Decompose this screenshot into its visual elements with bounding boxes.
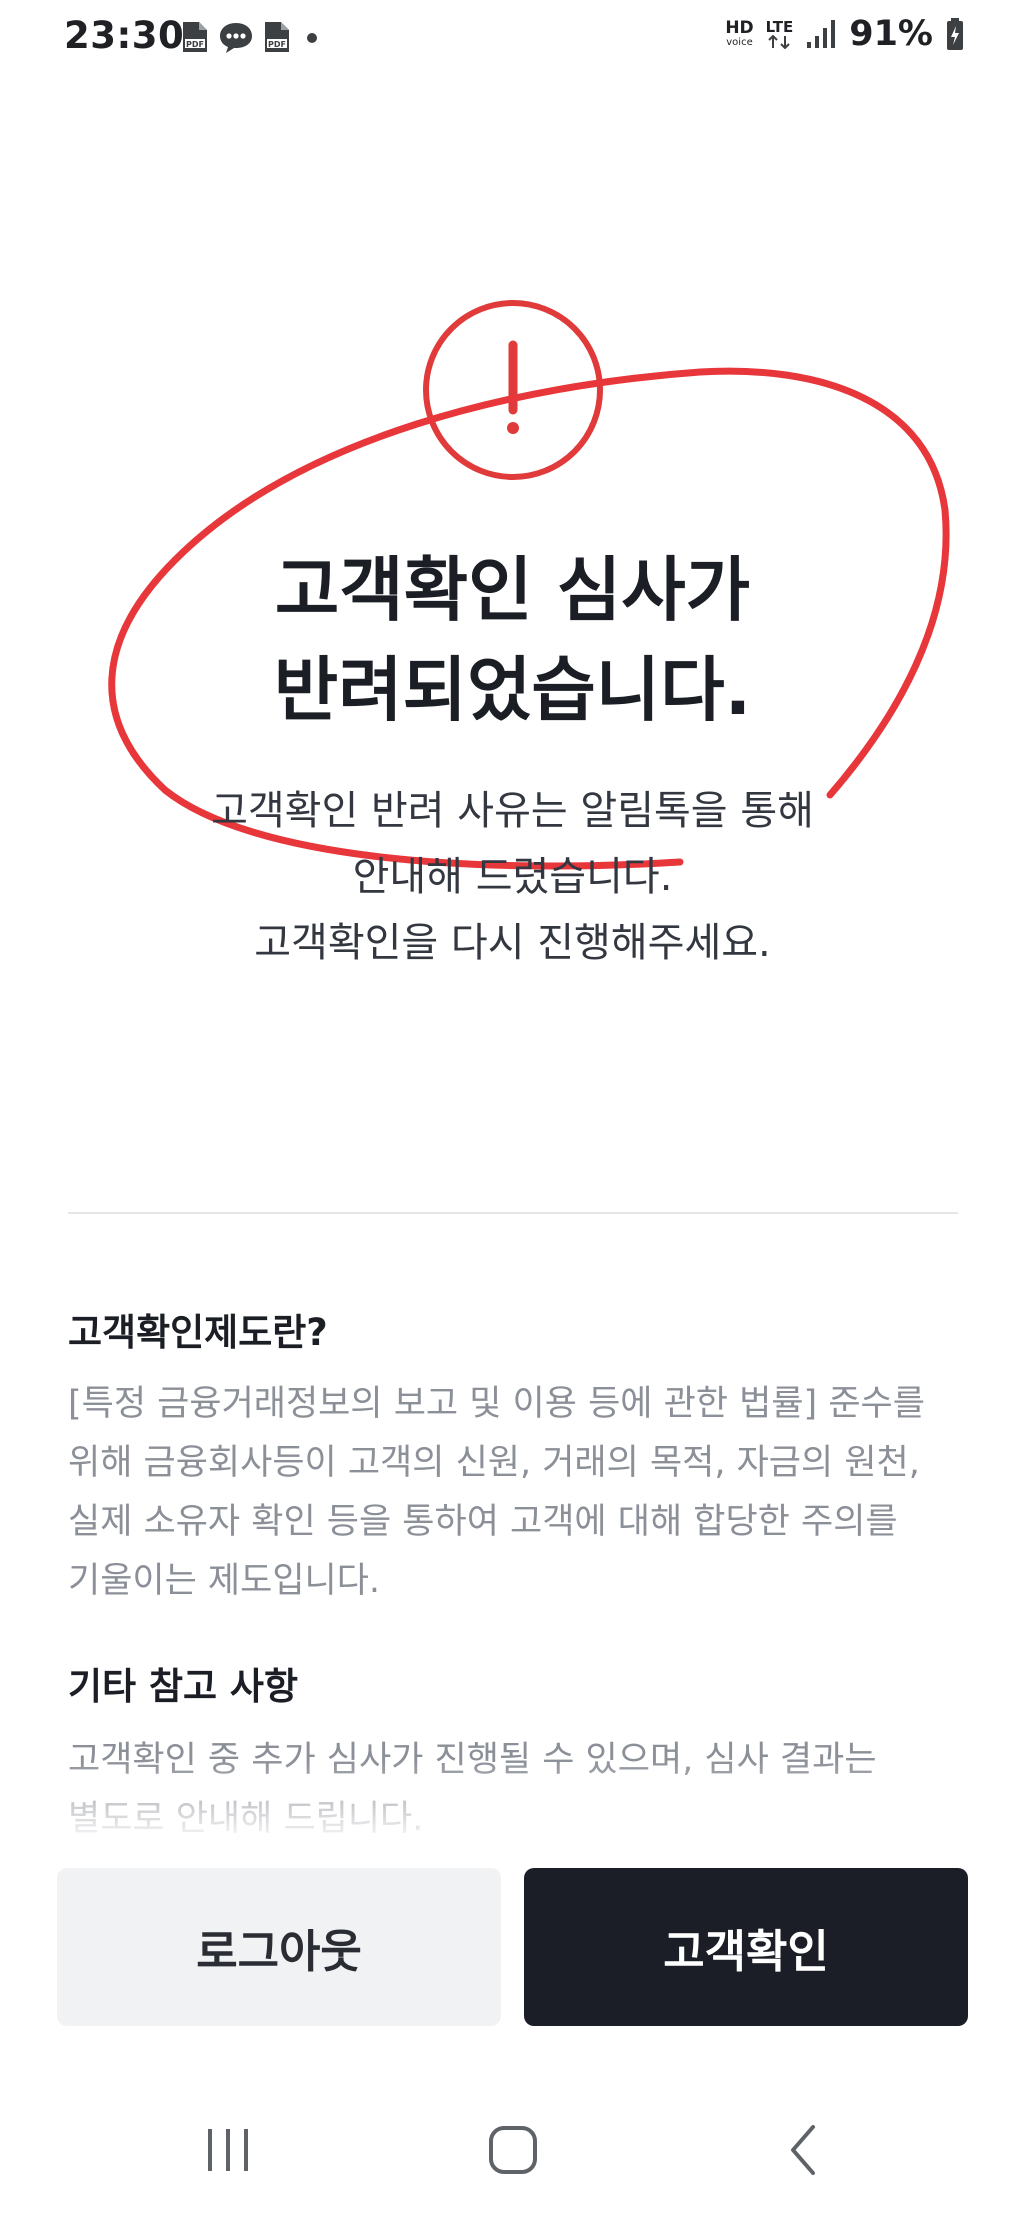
home-button[interactable] bbox=[453, 2100, 573, 2200]
customer-verification-button[interactable]: 고객확인 bbox=[524, 1868, 968, 2026]
alert-graphic bbox=[108, 300, 950, 870]
page-subtitle: 고객확인 반려 사유는 알림톡을 통해 안내해 드렸습니다. 고객확인을 다시 … bbox=[0, 778, 1025, 976]
subtitle-line-1: 고객확인 반려 사유는 알림톡을 통해 bbox=[211, 788, 814, 834]
home-icon bbox=[489, 2126, 537, 2174]
back-icon bbox=[791, 2125, 815, 2175]
other-notes-heading: 기타 참고 사항 bbox=[68, 1665, 299, 1708]
logout-button[interactable]: 로그아웃 bbox=[57, 1868, 501, 2026]
page-title: 고객확인 심사가 반려되었습니다. bbox=[0, 540, 1025, 740]
title-line-2: 반려되었습니다. bbox=[273, 649, 752, 731]
recents-button[interactable] bbox=[168, 2100, 288, 2200]
navigation-bar bbox=[0, 2100, 1025, 2200]
section-divider bbox=[68, 1212, 958, 1214]
back-button[interactable] bbox=[743, 2100, 863, 2200]
kyc-definition-text: [특정 금융거래정보의 보고 및 이용 등에 관한 법률] 준수를 위해 금융회… bbox=[68, 1384, 925, 1601]
subtitle-line-3: 고객확인을 다시 진행해주세요. bbox=[254, 920, 771, 966]
subtitle-line-2: 안내해 드렸습니다. bbox=[352, 854, 673, 900]
content-fade bbox=[0, 1760, 1025, 1860]
recents-icon bbox=[208, 2129, 248, 2171]
title-line-1: 고객확인 심사가 bbox=[274, 549, 751, 631]
kyc-definition-heading: 고객확인제도란? bbox=[68, 1311, 328, 1354]
